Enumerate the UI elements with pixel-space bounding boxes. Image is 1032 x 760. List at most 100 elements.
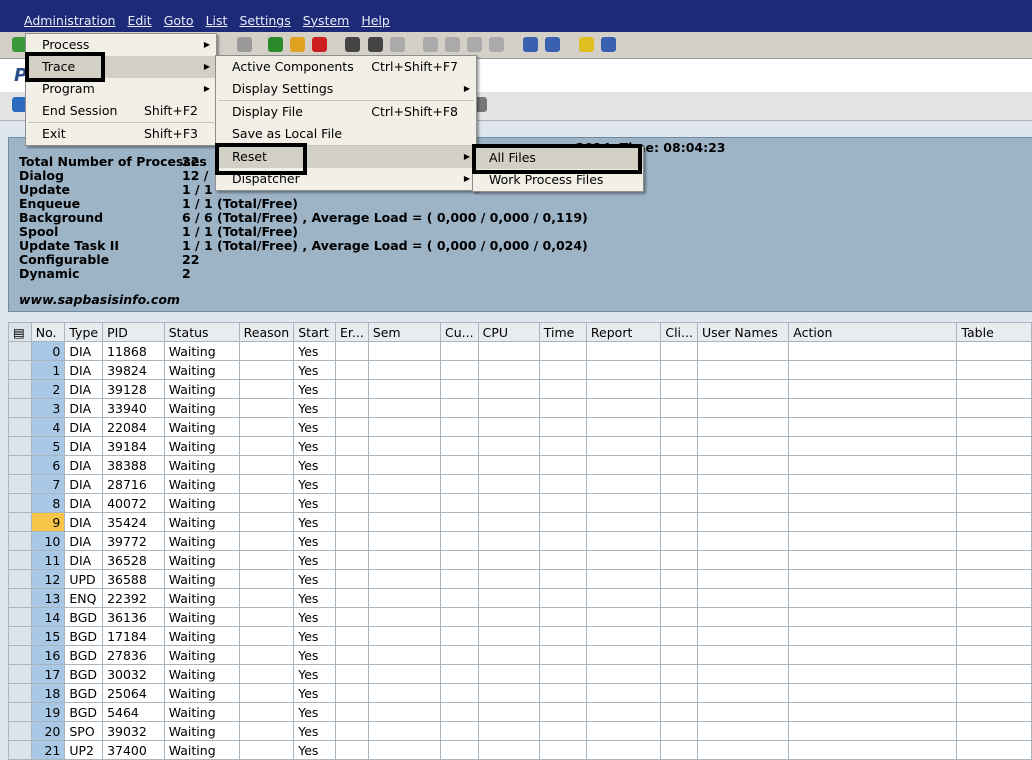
table-row[interactable]: 13 ENQ 22392 Waiting Yes <box>8 588 1032 608</box>
row-selector[interactable] <box>8 721 32 741</box>
toolbar-icon[interactable] <box>423 37 438 52</box>
row-selector[interactable] <box>8 569 32 589</box>
column-header[interactable]: Action <box>788 322 958 342</box>
table-row[interactable]: 18 BGD 25064 Waiting Yes <box>8 683 1032 703</box>
column-header[interactable]: Status <box>163 322 240 342</box>
row-selector[interactable] <box>8 702 32 722</box>
row-selector[interactable] <box>8 607 32 627</box>
table-row[interactable]: 6 DIA 38388 Waiting Yes <box>8 455 1032 475</box>
row-selector[interactable] <box>8 645 32 665</box>
toolbar-icon[interactable] <box>601 37 616 52</box>
table-row[interactable]: 8 DIA 40072 Waiting Yes <box>8 493 1032 513</box>
row-selector[interactable] <box>8 550 32 570</box>
table-row[interactable]: 7 DIA 28716 Waiting Yes <box>8 474 1032 494</box>
toolbar-icon[interactable] <box>368 37 383 52</box>
column-header[interactable]: Table <box>956 322 1032 342</box>
menu-item-exit[interactable]: Exit Shift+F3 <box>26 123 216 145</box>
toolbar-icon[interactable] <box>489 37 504 52</box>
menu-item-end-session[interactable]: End Session Shift+F2 <box>26 100 216 122</box>
toolbar-icon[interactable] <box>237 37 252 52</box>
toolbar-icon[interactable] <box>445 37 460 52</box>
row-selector[interactable] <box>8 683 32 703</box>
table-row[interactable]: 3 DIA 33940 Waiting Yes <box>8 398 1032 418</box>
toolbar-icon[interactable] <box>579 37 594 52</box>
menu-goto[interactable]: Goto <box>158 13 200 28</box>
menu-item-active-components[interactable]: Active Components Ctrl+Shift+F7 <box>216 56 476 78</box>
table-row[interactable]: 2 DIA 39128 Waiting Yes <box>8 379 1032 399</box>
menu-item-trace[interactable]: Trace ▶ <box>26 56 216 78</box>
row-selector[interactable] <box>8 417 32 437</box>
table-row[interactable]: 4 DIA 22084 Waiting Yes <box>8 417 1032 437</box>
toolbar-icon[interactable] <box>523 37 538 52</box>
select-all-icon[interactable]: ▤ <box>8 322 32 342</box>
menu-item-save-as-local-file[interactable]: Save as Local File <box>216 123 476 145</box>
menu-settings[interactable]: Settings <box>233 13 296 28</box>
table-row[interactable]: 19 BGD 5464 Waiting Yes <box>8 702 1032 722</box>
menu-item-program[interactable]: Program ▶ <box>26 78 216 100</box>
menu-item-reset[interactable]: Reset ▶ <box>216 146 476 168</box>
column-header[interactable]: Sem <box>367 322 442 342</box>
column-header[interactable]: PID <box>102 322 165 342</box>
table-row[interactable]: 5 DIA 39184 Waiting Yes <box>8 436 1032 456</box>
cell-reason <box>238 417 295 437</box>
column-header[interactable]: Er... <box>334 322 369 342</box>
column-header[interactable]: Report <box>585 322 662 342</box>
toolbar-icon[interactable] <box>545 37 560 52</box>
column-header[interactable]: Cli... <box>660 322 698 342</box>
toolbar-icon[interactable] <box>390 37 405 52</box>
menu-system[interactable]: System <box>297 13 356 28</box>
column-header[interactable]: Start <box>293 322 336 342</box>
row-selector[interactable] <box>8 512 32 532</box>
row-selector[interactable] <box>8 493 32 513</box>
table-row[interactable]: 12 UPD 36588 Waiting Yes <box>8 569 1032 589</box>
row-selector[interactable] <box>8 455 32 475</box>
table-row[interactable]: 15 BGD 17184 Waiting Yes <box>8 626 1032 646</box>
cell-empty <box>440 493 479 513</box>
column-header[interactable]: Time <box>538 322 587 342</box>
table-row[interactable]: 11 DIA 36528 Waiting Yes <box>8 550 1032 570</box>
menu-edit[interactable]: Edit <box>121 13 157 28</box>
column-header[interactable]: Reason <box>238 322 295 342</box>
toolbar-icon[interactable] <box>345 37 360 52</box>
cell-empty <box>788 531 958 551</box>
table-row[interactable]: 1 DIA 39824 Waiting Yes <box>8 360 1032 380</box>
table-row[interactable]: 21 UP2 37400 Waiting Yes <box>8 740 1032 760</box>
menu-item-process[interactable]: Process ▶ <box>26 34 216 56</box>
column-header[interactable]: CPU <box>477 322 540 342</box>
table-row[interactable]: 20 SPO 39032 Waiting Yes <box>8 721 1032 741</box>
menu-item-display-settings[interactable]: Display Settings ▶ <box>216 78 476 100</box>
toolbar-icon[interactable] <box>312 37 327 52</box>
menu-item-display-file[interactable]: Display File Ctrl+Shift+F8 <box>216 101 476 123</box>
menu-list[interactable]: List <box>200 13 234 28</box>
row-selector[interactable] <box>8 341 32 361</box>
row-selector[interactable] <box>8 664 32 684</box>
column-header[interactable]: User Names <box>696 322 790 342</box>
toolbar-icon[interactable] <box>290 37 305 52</box>
row-selector[interactable] <box>8 474 32 494</box>
table-row[interactable]: 16 BGD 27836 Waiting Yes <box>8 645 1032 665</box>
menu-item-all-files[interactable]: All Files <box>473 147 643 169</box>
row-selector[interactable] <box>8 360 32 380</box>
toolbar-icon[interactable] <box>467 37 482 52</box>
table-row[interactable]: 14 BGD 36136 Waiting Yes <box>8 607 1032 627</box>
menu-administration[interactable]: Administration <box>18 13 121 28</box>
row-selector[interactable] <box>8 436 32 456</box>
toolbar-icon[interactable] <box>268 37 283 52</box>
row-selector[interactable] <box>8 626 32 646</box>
menu-item-work-process-files[interactable]: Work Process Files <box>473 169 643 191</box>
table-row[interactable]: 9 DIA 35424 Waiting Yes <box>8 512 1032 532</box>
menu-help[interactable]: Help <box>355 13 396 28</box>
table-row[interactable]: 17 BGD 30032 Waiting Yes <box>8 664 1032 684</box>
row-selector[interactable] <box>8 379 32 399</box>
row-selector[interactable] <box>8 398 32 418</box>
row-selector[interactable] <box>8 740 32 760</box>
column-header[interactable]: Cu... <box>440 322 479 342</box>
menu-item-dispatcher[interactable]: Dispatcher ▶ <box>216 168 476 190</box>
row-selector[interactable] <box>8 588 32 608</box>
cell-empty <box>696 588 790 608</box>
column-header[interactable]: Type <box>64 322 104 342</box>
row-selector[interactable] <box>8 531 32 551</box>
table-row[interactable]: 0 DIA 11868 Waiting Yes <box>8 341 1032 361</box>
column-header[interactable]: No. <box>30 322 66 342</box>
table-row[interactable]: 10 DIA 39772 Waiting Yes <box>8 531 1032 551</box>
